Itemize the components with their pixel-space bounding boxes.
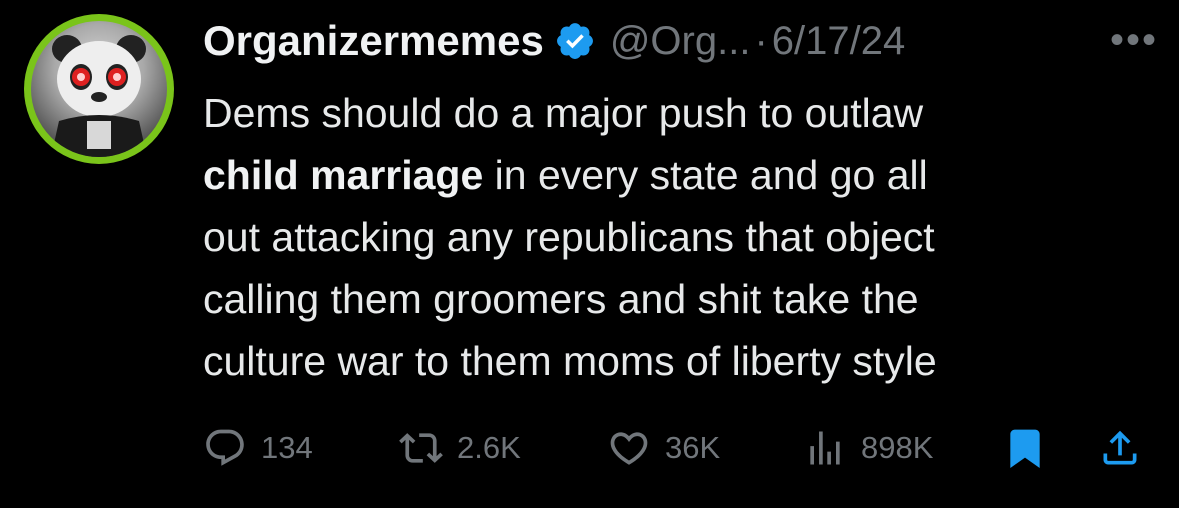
bookmark-icon (1010, 429, 1040, 469)
reply-button[interactable]: 134 (203, 418, 313, 478)
repost-icon (399, 433, 443, 463)
more-icon[interactable]: ••• (1110, 18, 1158, 63)
avatar[interactable] (24, 14, 174, 164)
verified-badge-icon (554, 20, 596, 62)
views-chart-icon (810, 431, 840, 465)
views-count: 898K (861, 430, 934, 465)
heart-icon (610, 432, 648, 465)
tweet-line: culture war to them moms of liberty styl… (203, 330, 1163, 392)
repost-count: 2.6K (457, 430, 521, 465)
handle[interactable]: @Org... (610, 19, 751, 64)
bookmark-button[interactable] (1003, 418, 1061, 478)
tweet-line: child marriage in every state and go all (203, 144, 1163, 206)
share-icon (1103, 430, 1137, 465)
like-button[interactable]: 36K (607, 418, 720, 478)
like-count: 36K (665, 430, 721, 465)
tweet-header: Organizermemes @Org... · 6/17/24 ••• (203, 10, 1158, 72)
share-button[interactable] (1098, 418, 1156, 478)
tweet-line-text: out attacking any republicans that objec… (203, 214, 935, 260)
repost-button[interactable]: 2.6K (399, 418, 521, 478)
tweet-line-text: in every state and go all (483, 152, 928, 198)
tweet-line: out attacking any republicans that objec… (203, 206, 1163, 268)
panda-avatar-graphic (51, 35, 147, 157)
panda-avatar-image (31, 21, 167, 157)
tweet-line: Dems should do a major push to outlaw (203, 82, 1163, 144)
reply-icon (206, 429, 244, 466)
tweet-line-text: calling them groomers and shit take the (203, 276, 919, 322)
views-button[interactable]: 898K (803, 418, 933, 478)
tweet-line-text: culture war to them moms of liberty styl… (203, 338, 937, 384)
display-name[interactable]: Organizermemes (203, 17, 544, 65)
tweet-line-text: Dems should do a major push to outlaw (203, 90, 924, 136)
bold-phrase: child marriage (203, 152, 484, 198)
action-bar: 134 2.6K 36K 898K (203, 418, 1158, 478)
separator-dot: · (754, 18, 768, 63)
tweet-line: calling them groomers and shit take the (203, 268, 1163, 330)
reply-count: 134 (261, 430, 313, 465)
timestamp[interactable]: 6/17/24 (772, 19, 905, 64)
tweet-text: Dems should do a major push to outlaw ch… (203, 82, 1163, 392)
